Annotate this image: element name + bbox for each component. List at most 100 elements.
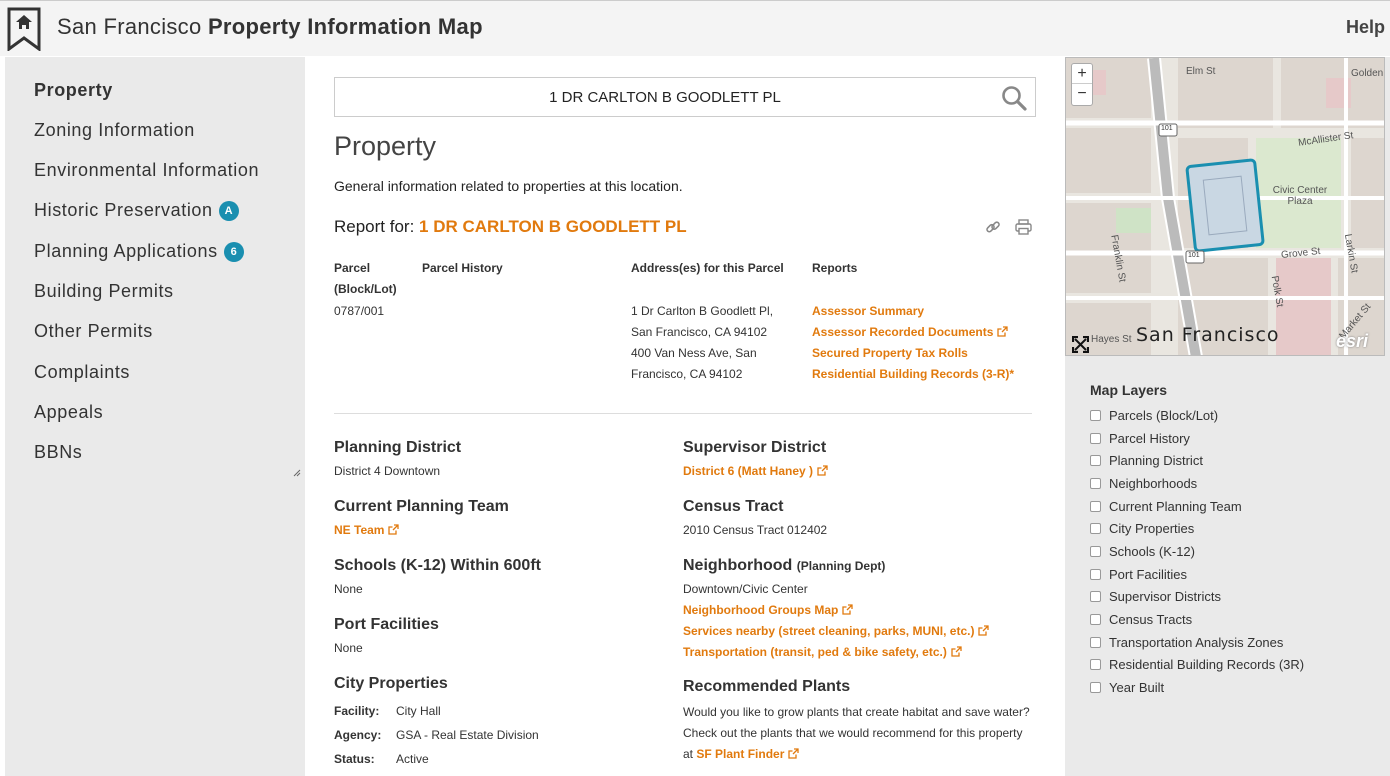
highway-shield-label: 101	[1161, 125, 1173, 132]
layer-checkbox-neighborhoods[interactable]: Neighborhoods	[1090, 476, 1197, 491]
sidebar-item-label: Other Permits	[34, 321, 153, 341]
app-title-name: Property Information Map	[207, 14, 483, 39]
neighborhood-value: Downtown/Civic Center	[683, 582, 808, 596]
col-header-addresses: Address(es) for this Parcel	[631, 261, 784, 275]
sidebar-item-bbns[interactable]: BBNs	[34, 442, 82, 463]
status-row: Status: Active	[334, 752, 429, 766]
sidebar-item-appeals[interactable]: Appeals	[34, 402, 103, 423]
sidebar-item-building-permits[interactable]: Building Permits	[34, 281, 174, 302]
help-link[interactable]: Help	[1346, 17, 1385, 38]
parcel-number: 0787/001	[334, 304, 385, 318]
external-link-icon	[842, 604, 853, 615]
col-header-reports: Reports	[812, 261, 858, 275]
layer-checkbox-supervisor-districts[interactable]: Supervisor Districts	[1090, 589, 1221, 604]
port-facilities-heading: Port Facilities	[334, 616, 439, 633]
fullscreen-icon[interactable]	[1072, 336, 1089, 353]
layer-checkbox-city-properties[interactable]: City Properties	[1090, 521, 1194, 536]
right-panel: Elm St Golden McAllister St Civic Center…	[1065, 57, 1390, 776]
app-header: San Francisco Property Information Map H…	[0, 0, 1390, 56]
sidebar-item-planning-applications[interactable]: Planning Applications 6	[34, 241, 244, 262]
sidebar-item-complaints[interactable]: Complaints	[34, 362, 130, 383]
planning-team-heading: Current Planning Team	[334, 498, 509, 515]
zoom-in-button[interactable]: +	[1072, 64, 1092, 84]
neighborhood-block: Downtown/Civic Center Neighborhood Group…	[683, 579, 990, 663]
resize-handle-icon[interactable]	[293, 469, 301, 477]
layer-checkbox-transportation-zones[interactable]: Transportation Analysis Zones	[1090, 635, 1283, 650]
census-tract-heading: Census Tract	[683, 498, 784, 515]
facility-row: Facility: City Hall	[334, 704, 441, 718]
layer-checkbox-port-facilities[interactable]: Port Facilities	[1090, 567, 1187, 582]
sidebar-item-other-permits[interactable]: Other Permits	[34, 321, 153, 342]
transportation-link[interactable]: Transportation (transit, ped & bike safe…	[683, 642, 989, 663]
highway-shield-label: 101	[1188, 252, 1200, 259]
layer-checkbox-parcels[interactable]: Parcels (Block/Lot)	[1090, 408, 1218, 423]
external-link-icon	[978, 625, 990, 636]
map-street-label: Civic Center Plaza	[1272, 185, 1328, 207]
search-input[interactable]	[335, 78, 995, 116]
sidebar-item-label: Appeals	[34, 402, 104, 422]
planning-district-value: District 4 Downtown	[334, 464, 441, 478]
historic-rating-badge: A	[218, 200, 239, 221]
census-tract-value: 2010 Census Tract 012402	[683, 523, 828, 537]
planning-team-link[interactable]: NE Team	[334, 520, 400, 541]
agency-row: Agency: GSA - Real Estate Division	[334, 728, 539, 742]
layer-checkbox-year-built[interactable]: Year Built	[1090, 680, 1164, 695]
supervisor-district-link[interactable]: District 6 (Matt Haney )	[683, 461, 828, 482]
report-for-label: Report for:	[334, 217, 415, 236]
map-layers-title: Map Layers	[1090, 382, 1168, 398]
schools-value: None	[334, 582, 363, 596]
neighborhood-groups-link[interactable]: Neighborhood Groups Map	[683, 600, 989, 621]
layer-checkbox-residential-records[interactable]: Residential Building Records (3R)	[1090, 657, 1304, 672]
report-link-3r-records[interactable]: Residential Building Records (3-R)*	[812, 364, 1014, 385]
main-content: Property General information related to …	[305, 57, 1065, 776]
layer-checkbox-parcel-history[interactable]: Parcel History	[1090, 431, 1190, 446]
report-link-tax-rolls[interactable]: Secured Property Tax Rolls	[812, 343, 1014, 364]
zoom-out-button[interactable]: −	[1072, 84, 1092, 104]
sidebar-item-property[interactable]: Property	[34, 80, 113, 101]
sidebar-item-environmental[interactable]: Environmental Information	[34, 160, 259, 181]
recommended-plants-heading: Recommended Plants	[683, 678, 851, 695]
count-badge: 6	[223, 241, 244, 262]
report-link-recorded-documents[interactable]: Assessor Recorded Documents	[812, 322, 1014, 343]
search-box	[334, 77, 1036, 117]
zoom-control: + −	[1071, 63, 1093, 106]
sidebar-item-label: Complaints	[34, 362, 131, 382]
city-properties-list: Facility: City Hall Agency: GSA - Real Est…	[334, 699, 539, 771]
city-properties-heading: City Properties	[334, 675, 448, 692]
external-link-icon	[997, 326, 1009, 337]
sidebar-item-zoning[interactable]: Zoning Information	[34, 120, 195, 141]
sidebar-item-label: BBNs	[34, 442, 83, 462]
report-address: 1 DR CARLTON B GOODLETT PL	[419, 217, 687, 236]
map-basemap	[1066, 58, 1384, 355]
report-links: Assessor Summary Assessor Recorded Docum…	[812, 301, 1014, 385]
sidebar-item-label: Building Permits	[34, 281, 174, 301]
sidebar-item-label: Environmental Information	[34, 160, 260, 180]
planning-district-heading: Planning District	[334, 439, 462, 456]
parcel-address-1: 1 Dr Carlton B Goodlett Pl, San Francisc…	[631, 304, 774, 339]
layer-checkbox-current-planning-team[interactable]: Current Planning Team	[1090, 499, 1242, 514]
services-nearby-link[interactable]: Services nearby (street cleaning, parks,…	[683, 621, 990, 642]
map-street-label: Elm St	[1186, 66, 1216, 77]
sidebar-item-label: Historic Preservation	[34, 200, 213, 220]
app-title: San Francisco Property Information Map	[57, 14, 483, 40]
map-city-label: San Francisco	[1136, 324, 1280, 346]
map-street-label: Hayes St	[1091, 334, 1132, 345]
layer-checkbox-planning-district[interactable]: Planning District	[1090, 453, 1203, 468]
report-link-assessor-summary[interactable]: Assessor Summary	[812, 301, 1014, 322]
plant-finder-link[interactable]: SF Plant Finder	[696, 747, 800, 761]
home-bookmark-icon[interactable]	[7, 7, 41, 51]
layer-checkbox-census-tracts[interactable]: Census Tracts	[1090, 612, 1192, 627]
sidebar-nav: Property Zoning Information Environmenta…	[5, 57, 305, 776]
print-icon[interactable]	[1015, 219, 1032, 235]
search-icon[interactable]	[1001, 85, 1027, 111]
sidebar-item-historic-preservation[interactable]: Historic Preservation A	[34, 200, 239, 221]
link-icon[interactable]	[985, 219, 1001, 235]
sidebar-item-label: Property	[34, 80, 113, 100]
recommended-plants-text: Would you like to grow plants that creat…	[683, 705, 1030, 761]
layer-checkbox-schools[interactable]: Schools (K-12)	[1090, 544, 1195, 559]
page-title: Property	[334, 131, 437, 161]
external-link-icon	[788, 748, 800, 759]
external-link-icon	[951, 646, 962, 657]
property-map[interactable]: Elm St Golden McAllister St Civic Center…	[1065, 57, 1385, 356]
section-divider	[334, 413, 1032, 414]
